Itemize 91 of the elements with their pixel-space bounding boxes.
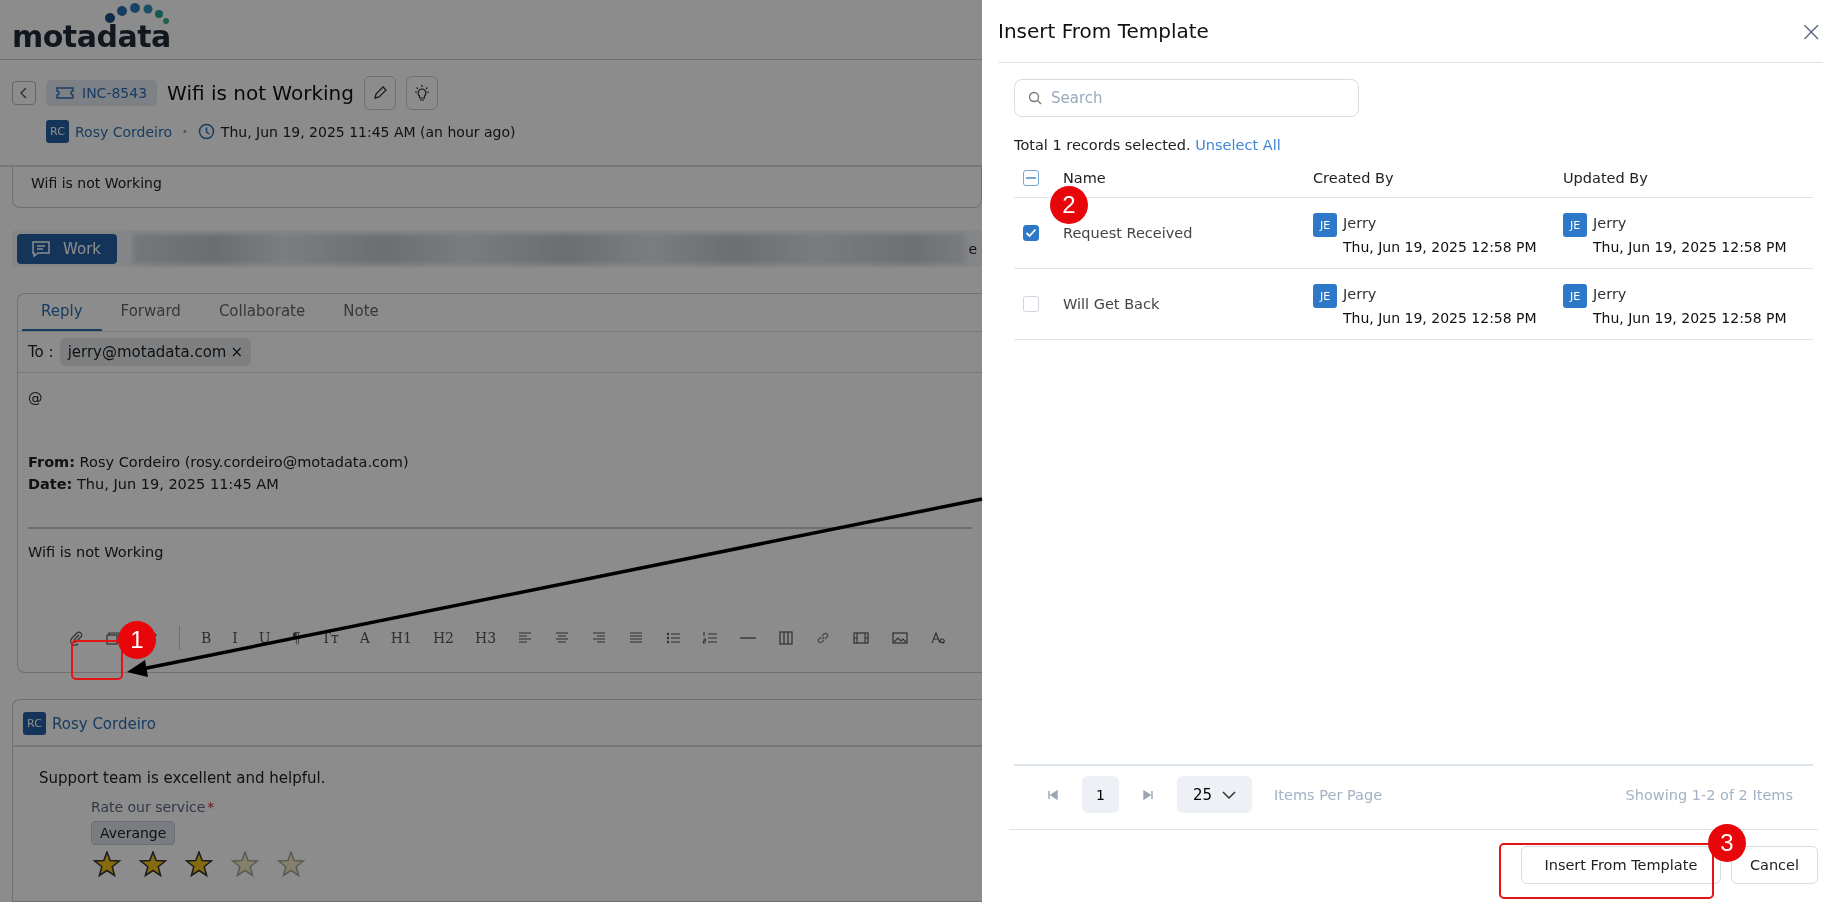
page-size-dropdown[interactable]: 25 — [1177, 776, 1253, 813]
search-field[interactable]: Search — [1014, 79, 1359, 117]
row-checkbox[interactable] — [1023, 225, 1039, 241]
align-icon[interactable] — [591, 630, 608, 646]
align-icon[interactable] — [554, 630, 571, 646]
rating-value: Averange — [91, 821, 176, 845]
paperclip-icon[interactable] — [68, 630, 84, 646]
format-button[interactable]: H2 — [432, 630, 455, 646]
column-header: Created By — [1313, 170, 1395, 186]
ticket-icon — [56, 86, 74, 101]
body-text: Wifi is not Working — [28, 543, 165, 563]
required-mark: * — [207, 799, 215, 815]
star-icon[interactable] — [91, 851, 123, 879]
avatar: RC — [23, 712, 46, 735]
image-icon[interactable] — [891, 630, 910, 646]
to-label: To : — [28, 343, 54, 362]
feedback-message: Support team is excellent and helpful. — [39, 769, 327, 787]
pencil-icon — [371, 85, 388, 102]
tab[interactable]: Note — [324, 294, 398, 332]
format-button[interactable]: H3 — [475, 630, 497, 646]
body-text: @ — [28, 389, 44, 409]
ticket-title: Wifi is not Working — [167, 81, 354, 106]
created-time: Thu, Jun 19, 2025 11:45 AM (an hour ago) — [220, 123, 516, 140]
align-icon[interactable] — [517, 630, 534, 646]
format-button[interactable]: A — [359, 630, 370, 646]
column-header: Updated By — [1563, 170, 1649, 186]
ticket-id-badge: INC-8543 — [46, 80, 158, 107]
lightbulb-icon — [412, 84, 431, 103]
template-icon[interactable] — [105, 630, 121, 646]
format-button[interactable]: U — [258, 630, 271, 646]
columns-icon[interactable] — [778, 630, 795, 646]
idea-button[interactable] — [405, 76, 438, 111]
format-button[interactable]: H1 — [390, 630, 412, 646]
avatar: JE — [1563, 284, 1587, 308]
user-name: Jerry — [1343, 214, 1378, 231]
work-button[interactable]: Work — [17, 233, 117, 264]
back-button[interactable] — [12, 81, 36, 106]
tab[interactable]: Forward — [101, 294, 200, 332]
align-icon[interactable] — [628, 630, 645, 646]
unselect-all-link[interactable]: Unselect All — [1195, 137, 1281, 153]
user-name: Jerry — [1343, 285, 1378, 302]
drawer-title: Insert From Template — [998, 19, 1209, 43]
user-name: Jerry — [1593, 285, 1628, 302]
date-text: Thu, Jun 19, 2025 12:58 PM — [1593, 239, 1787, 255]
body-text: Date: Thu, Jun 19, 2025 11:45 AM — [28, 475, 280, 495]
page-button[interactable]: 1 — [1082, 776, 1119, 813]
remove-button[interactable]: × — [230, 343, 243, 362]
date-text: Thu, Jun 19, 2025 12:58 PM — [1343, 310, 1537, 326]
search-icon — [1028, 91, 1042, 105]
recipient-email: jerry@motadata.com — [67, 343, 227, 362]
avatar: RC — [46, 120, 69, 144]
clock-icon — [197, 123, 215, 141]
star-icon[interactable] — [137, 851, 169, 879]
comment-icon — [31, 239, 51, 258]
user-name: Jerry — [1593, 214, 1628, 231]
edit-button[interactable] — [363, 76, 396, 111]
avatar: JE — [1313, 213, 1337, 237]
insert-button[interactable]: Insert From Template — [1520, 846, 1721, 884]
description-text: Wifi is not Working — [31, 175, 162, 192]
page-summary: Showing 1-2 of 2 Items — [1625, 786, 1793, 803]
avatar: JE — [1563, 213, 1587, 237]
select-all-checkbox[interactable] — [1023, 170, 1039, 186]
chevron-down-icon — [1222, 789, 1237, 800]
column-header: Name — [1063, 170, 1107, 186]
separator-dot: • — [181, 126, 188, 138]
chevron-left-icon — [19, 87, 29, 100]
first-page-icon[interactable] — [1046, 787, 1060, 802]
author-link[interactable]: Rosy Cordeiro — [52, 714, 156, 733]
film-icon[interactable] — [852, 630, 871, 646]
page-size-label: Items Per Page — [1274, 786, 1383, 803]
template-name: Will Get Back — [1063, 296, 1161, 312]
numbered-list-icon[interactable] — [702, 630, 719, 646]
requester-link[interactable]: Rosy Cordeiro — [75, 123, 172, 140]
close-button[interactable]: × — [1799, 14, 1823, 48]
format-button[interactable]: B — [201, 630, 212, 646]
body-text: From: Rosy Cordeiro (rosy.cordeiro@motadata.com) — [28, 453, 410, 473]
date-text: Thu, Jun 19, 2025 12:58 PM — [1343, 239, 1537, 255]
template-name: Request Received — [1063, 225, 1194, 241]
logo: motadata — [12, 3, 172, 54]
star-icon[interactable] — [183, 851, 215, 879]
avatar: JE — [1313, 284, 1337, 308]
format-button[interactable]: I — [232, 630, 238, 646]
bullet-list-icon[interactable] — [665, 630, 682, 646]
selection-text: Total 1 records selected. — [1014, 137, 1191, 153]
step-badge: 1 — [118, 621, 156, 659]
date-text: Thu, Jun 19, 2025 12:58 PM — [1593, 310, 1787, 326]
last-page-icon[interactable] — [1141, 787, 1155, 802]
cut-text: e — [968, 240, 977, 257]
rating-label: Rate our service — [91, 799, 206, 815]
tab[interactable]: Reply — [22, 294, 102, 332]
tab[interactable]: Collaborate — [199, 294, 325, 332]
